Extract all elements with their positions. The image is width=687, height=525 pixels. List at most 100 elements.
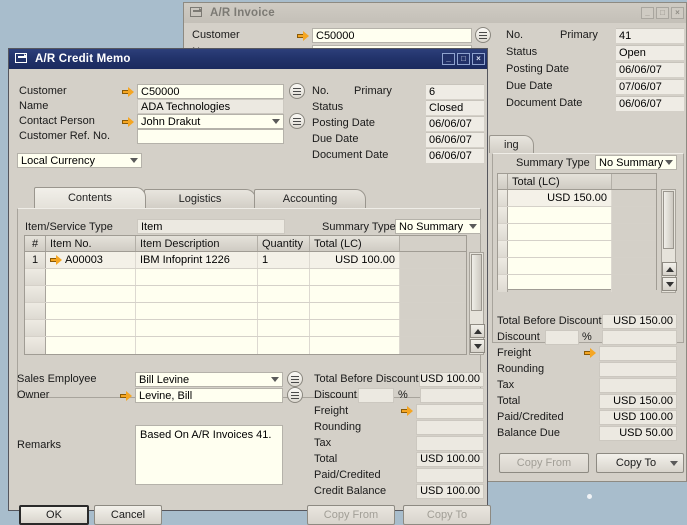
memo-grid-scrollbar[interactable]: [469, 252, 485, 355]
memo-row-number[interactable]: [25, 286, 46, 302]
memo-cell-item-no[interactable]: [46, 337, 136, 354]
memo-cell-quantity[interactable]: [258, 320, 310, 336]
invoice-summary-type-value: No Summary: [599, 156, 664, 169]
memo-contact-person-choose-icon[interactable]: [289, 113, 305, 129]
table-row[interactable]: [25, 303, 466, 320]
memo-cell-quantity[interactable]: [258, 303, 310, 319]
invoice-cell-fill: [612, 224, 656, 240]
table-row[interactable]: USD 150.00: [498, 190, 656, 207]
memo-sales-employee-select[interactable]: Bill Levine: [135, 372, 283, 387]
memo-scroll-up-button[interactable]: [470, 324, 485, 338]
table-row[interactable]: [498, 207, 656, 224]
memo-freight-value[interactable]: [416, 403, 484, 419]
table-row[interactable]: [25, 320, 466, 337]
tab-logistics[interactable]: Logistics: [144, 189, 256, 208]
invoice-scroll-down-button[interactable]: [662, 277, 677, 291]
memo-customer-ref-field[interactable]: [137, 129, 284, 144]
memo-sales-employee-choose-icon[interactable]: [287, 371, 303, 387]
memo-freight-link-arrow-icon[interactable]: [401, 406, 414, 417]
invoice-row-handle[interactable]: [498, 207, 508, 223]
memo-owner-field[interactable]: Levine, Bill: [135, 388, 283, 403]
memo-remarks-field[interactable]: Based On A/R Invoices 41.: [135, 425, 283, 485]
tab-accounting[interactable]: Accounting: [254, 189, 366, 208]
invoice-row-handle[interactable]: [498, 275, 508, 292]
invoice-summary-type-select[interactable]: No Summary: [595, 155, 677, 170]
memo-cell-quantity[interactable]: [258, 286, 310, 302]
memo-scrollbar-thumb[interactable]: [471, 254, 482, 311]
minimize-button[interactable]: _: [442, 53, 455, 65]
memo-cell-item-no[interactable]: [46, 303, 136, 319]
ok-button[interactable]: OK: [19, 505, 89, 525]
memo-rounding-value[interactable]: [416, 419, 484, 435]
close-button[interactable]: ×: [472, 53, 485, 65]
memo-customer-field[interactable]: C50000: [137, 84, 284, 99]
memo-owner-choose-icon[interactable]: [287, 387, 303, 403]
memo-cell-item-no[interactable]: A00003: [46, 252, 136, 268]
invoice-scrollbar-thumb[interactable]: [663, 191, 674, 249]
cancel-button[interactable]: Cancel: [94, 505, 162, 525]
memo-row-number[interactable]: 1: [25, 252, 46, 268]
invoice-total-row: Freight: [497, 345, 677, 361]
memo-cell-quantity[interactable]: [258, 269, 310, 285]
invoice-customer-choose-icon[interactable]: [475, 27, 491, 43]
memo-discount-input[interactable]: [358, 387, 394, 403]
invoice-scroll-up-button[interactable]: [662, 262, 677, 276]
memo-currency-select[interactable]: Local Currency: [17, 153, 142, 168]
maximize-button[interactable]: □: [656, 7, 669, 19]
invoice-copy-to-button[interactable]: Copy To: [596, 453, 684, 473]
minimize-button[interactable]: _: [641, 7, 654, 19]
memo-contact-person-link-arrow-icon[interactable]: [122, 116, 135, 127]
invoice-discount-input[interactable]: [545, 329, 579, 345]
table-row[interactable]: [498, 258, 656, 275]
invoice-copy-from-button[interactable]: Copy From: [499, 453, 589, 473]
invoice-grid-scrollbar[interactable]: [661, 189, 677, 293]
invoice-row-handle[interactable]: [498, 224, 508, 240]
table-row[interactable]: [498, 275, 656, 292]
memo-items-grid[interactable]: # Item No. Item Description Quantity Tot…: [24, 235, 467, 355]
invoice-freight-link-arrow-icon[interactable]: [584, 348, 597, 359]
memo-copy-to-button[interactable]: Copy To: [403, 505, 491, 525]
memo-cell-quantity[interactable]: 1: [258, 252, 310, 268]
invoice-rounding-value[interactable]: [599, 361, 677, 377]
memo-customer-choose-icon[interactable]: [289, 83, 305, 99]
memo-row-number[interactable]: [25, 303, 46, 319]
invoice-freight-value[interactable]: [599, 345, 677, 361]
memo-row-number[interactable]: [25, 320, 46, 336]
invoice-row-handle[interactable]: [498, 258, 508, 274]
memo-cell-quantity[interactable]: [258, 337, 310, 354]
table-row[interactable]: [25, 269, 466, 286]
memo-header-row: Status Closed: [312, 99, 484, 115]
memo-item-link-arrow-icon[interactable]: [50, 255, 63, 266]
memo-customer-link-arrow-icon[interactable]: [122, 86, 135, 97]
ar-invoice-titlebar[interactable]: A/R Invoice _ □ ×: [184, 3, 686, 23]
table-row[interactable]: [498, 241, 656, 258]
memo-cell-item-no[interactable]: [46, 320, 136, 336]
maximize-button[interactable]: □: [457, 53, 470, 65]
table-row[interactable]: [25, 337, 466, 354]
memo-contact-person-select[interactable]: John Drakut: [137, 114, 284, 129]
memo-item-service-type-field[interactable]: Item: [137, 219, 285, 234]
memo-summary-type-select[interactable]: No Summary: [395, 219, 481, 234]
table-row[interactable]: [498, 224, 656, 241]
invoice-row-handle[interactable]: [498, 241, 508, 257]
invoice-row-handle[interactable]: [498, 190, 508, 206]
memo-cell-item-no[interactable]: [46, 286, 136, 302]
memo-total-row: Total USD 100.00: [314, 451, 484, 467]
invoice-customer-link-arrow-icon[interactable]: [297, 30, 310, 41]
table-row[interactable]: 1 A00003 IBM Infoprint 1226 1 USD 100.00: [25, 252, 466, 269]
memo-scroll-down-button[interactable]: [470, 339, 485, 353]
memo-owner-link-arrow-icon[interactable]: [120, 390, 133, 401]
memo-cell-item-no[interactable]: [46, 269, 136, 285]
close-button[interactable]: ×: [671, 7, 684, 19]
ar-credit-memo-titlebar[interactable]: A/R Credit Memo _ □ ×: [9, 49, 487, 69]
invoice-summary-type-label: Summary Type: [516, 157, 590, 169]
table-row[interactable]: [25, 286, 466, 303]
invoice-tab-accounting[interactable]: ing: [489, 135, 534, 153]
memo-copy-from-button[interactable]: Copy From: [307, 505, 395, 525]
memo-row-number[interactable]: [25, 337, 46, 354]
invoice-items-grid[interactable]: Total (LC) USD 150.00: [497, 173, 657, 292]
tab-contents[interactable]: Contents: [34, 187, 146, 208]
invoice-customer-field[interactable]: C50000: [312, 28, 472, 43]
memo-row-number[interactable]: [25, 269, 46, 285]
memo-total-row: Total Before Discount USD 100.00: [314, 371, 484, 387]
